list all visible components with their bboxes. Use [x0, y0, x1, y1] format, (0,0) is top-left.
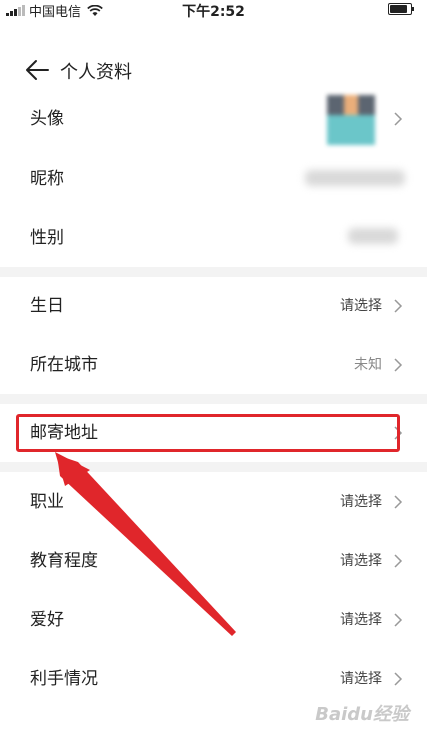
watermark: Baidu经验: [315, 704, 409, 725]
annotation-arrow-icon: [55, 452, 236, 636]
